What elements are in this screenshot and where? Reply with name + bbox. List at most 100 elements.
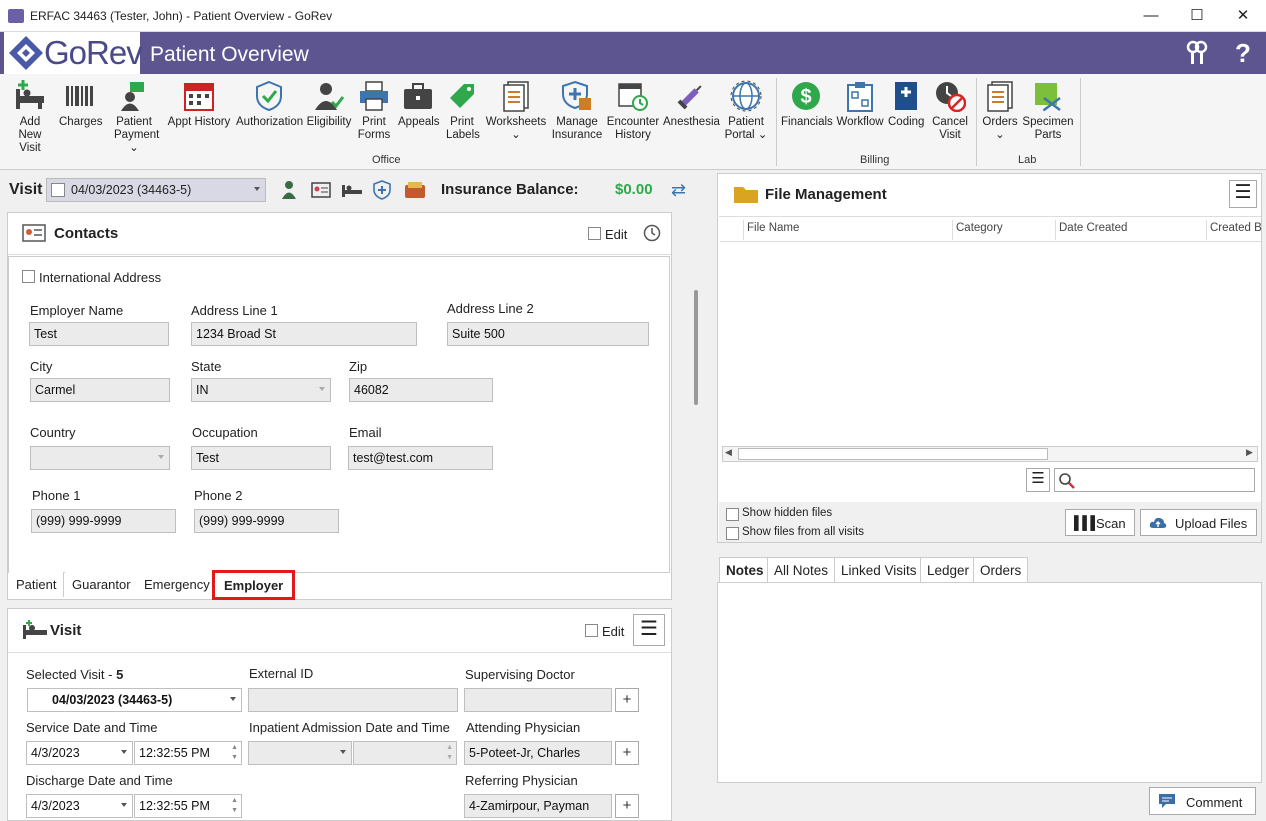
ribbon-button-workflow[interactable]: Workflow	[835, 80, 885, 129]
tab-emergency[interactable]: Emergency	[137, 572, 218, 597]
inpatient-date-select[interactable]	[248, 741, 352, 765]
printer-icon	[358, 80, 390, 112]
bed-icon[interactable]	[341, 182, 363, 201]
city-field[interactable]: Carmel	[30, 378, 170, 402]
tab-linked-visits[interactable]: Linked Visits	[834, 557, 924, 583]
help-icon[interactable]: ?	[1235, 38, 1251, 69]
service-date-select[interactable]: 4/3/2023	[26, 741, 133, 765]
add-attending-button[interactable]: +	[615, 741, 639, 765]
discharge-time-field[interactable]: 12:32:55 PM ▲ ▼	[134, 794, 242, 818]
history-icon[interactable]	[643, 224, 661, 245]
attending-physician-field[interactable]: 5-Poteet-Jr, Charles	[464, 741, 612, 765]
country-select[interactable]	[30, 446, 170, 470]
file-search-input[interactable]	[1054, 468, 1255, 492]
state-select[interactable]: IN	[191, 378, 331, 402]
address-line2-field[interactable]: Suite 500	[447, 322, 649, 346]
patient-icon[interactable]	[281, 180, 297, 203]
discharge-date-select[interactable]: 4/3/2023	[26, 794, 133, 818]
col-category[interactable]: Category	[956, 222, 1003, 234]
attending-physician-label: Attending Physician	[466, 720, 581, 735]
list-options-icon[interactable]: ☰	[1026, 468, 1050, 492]
tab-orders[interactable]: Orders	[973, 557, 1029, 583]
ribbon-button-encounter[interactable]: Encounter History	[606, 80, 660, 142]
tab-patient[interactable]: Patient	[9, 572, 65, 597]
add-referring-button[interactable]: +	[615, 794, 639, 818]
maximize-button[interactable]: ☐	[1174, 0, 1220, 32]
comment-button[interactable]: Comment	[1149, 787, 1256, 815]
visit-select-checkbox[interactable]	[51, 183, 65, 197]
employer-name-field[interactable]: Test	[29, 322, 169, 346]
ribbon-button-user-check[interactable]: Eligibility	[306, 80, 352, 129]
dollar-icon: $	[790, 80, 822, 112]
col-created-by[interactable]: Created B	[1210, 222, 1262, 234]
file-menu-icon[interactable]: ☰	[1229, 180, 1257, 208]
service-time-field[interactable]: 12:32:55 PM ▲ ▼	[134, 741, 242, 765]
visit-select[interactable]: 04/03/2023 (34463-5)	[46, 178, 266, 202]
ribbon-button-add-visit[interactable]: Add New Visit	[7, 80, 53, 155]
visit-edit-checkbox[interactable]	[585, 624, 598, 637]
minimize-button[interactable]: —	[1128, 0, 1174, 32]
ribbon-button-shield-check[interactable]: Authorization	[236, 80, 303, 129]
contact-card-icon[interactable]	[311, 182, 331, 201]
left-scrollbar-thumb[interactable]	[694, 290, 698, 405]
ribbon-button-briefcase[interactable]: Appeals	[398, 80, 440, 129]
show-all-visits-checkbox[interactable]	[726, 527, 739, 540]
phone1-label: Phone 1	[32, 488, 81, 503]
close-button[interactable]: ✕	[1220, 0, 1266, 32]
ribbon-button-specimen[interactable]: Specimen Parts	[1021, 80, 1075, 142]
ribbon-button-globe[interactable]: Patient Portal ⌄	[724, 80, 768, 142]
insurance-icon[interactable]	[372, 180, 392, 203]
selected-visit-select[interactable]: 04/03/2023 (34463-5)	[27, 688, 242, 712]
show-hidden-checkbox[interactable]	[726, 508, 739, 521]
supervising-doctor-field[interactable]	[464, 688, 612, 712]
visit-menu-icon[interactable]: ☰	[633, 614, 665, 646]
refresh-icon[interactable]: ⇄	[671, 180, 686, 201]
col-date-created[interactable]: Date Created	[1059, 222, 1127, 234]
scrollbar-thumb[interactable]	[738, 448, 1048, 460]
wallet-icon[interactable]	[404, 181, 426, 202]
tab-all-notes[interactable]: All Notes	[767, 557, 836, 583]
scan-button[interactable]: ▌▌▌ Scan	[1065, 509, 1135, 536]
ribbon-button-printer[interactable]: Print Forms	[357, 80, 391, 142]
inpatient-time-field[interactable]: ▲ ▼	[353, 741, 457, 765]
phone2-field[interactable]: (999) 999-9999	[194, 509, 339, 533]
ribbon-label: ⌄	[995, 129, 1005, 141]
ribbon-button-payment[interactable]: Patient Payment ⌄	[114, 80, 159, 155]
ribbon-button-tag[interactable]: Print Labels	[446, 80, 480, 142]
add-supervising-button[interactable]: +	[615, 688, 639, 712]
ribbon-button-cancel-clock[interactable]: Cancel Visit	[931, 80, 969, 142]
spinner-icon[interactable]: ▲ ▼	[446, 743, 453, 763]
zip-field[interactable]: 46082	[349, 378, 493, 402]
scroll-left-icon[interactable]: ◀	[725, 447, 732, 458]
col-file-name[interactable]: File Name	[747, 222, 799, 234]
divider	[8, 254, 671, 255]
occupation-field[interactable]: Test	[191, 446, 331, 470]
ribbon-button-calendar[interactable]: Appt History	[167, 80, 231, 129]
tab-notes[interactable]: Notes	[719, 557, 771, 583]
scroll-right-icon[interactable]: ▶	[1246, 447, 1253, 458]
tab-employer[interactable]: Employer	[212, 570, 296, 600]
keys-icon[interactable]	[1185, 40, 1209, 73]
tab-ledger[interactable]: Ledger	[920, 557, 977, 583]
ribbon-button-worksheet[interactable]: Worksheets ⌄	[485, 80, 547, 142]
external-id-label: External ID	[249, 666, 314, 681]
spinner-icon[interactable]: ▲ ▼	[231, 743, 238, 763]
contacts-edit-checkbox[interactable]	[588, 227, 601, 240]
service-date-label: Service Date and Time	[26, 720, 158, 735]
file-management-title: File Management	[765, 186, 887, 203]
address-line1-field[interactable]: 1234 Broad St	[191, 322, 417, 346]
upload-files-button[interactable]: Upload Files	[1140, 509, 1257, 536]
ribbon-button-insurance[interactable]: Manage Insurance	[551, 80, 603, 142]
international-address-checkbox[interactable]	[22, 270, 35, 283]
ribbon-button-syringe[interactable]: Anesthesia	[663, 80, 720, 129]
spinner-icon[interactable]: ▲ ▼	[231, 796, 238, 816]
email-field[interactable]: test@test.com	[348, 446, 493, 470]
ribbon-button-barcode[interactable]: Charges	[59, 80, 102, 129]
external-id-field[interactable]	[248, 688, 458, 712]
tab-guarantor[interactable]: Guarantor	[65, 572, 139, 597]
referring-physician-field[interactable]: 4-Zamirpour, Payman	[464, 794, 612, 818]
ribbon-button-dollar[interactable]: $ Financials	[781, 80, 833, 129]
ribbon-button-book[interactable]: Coding	[888, 80, 924, 129]
phone1-field[interactable]: (999) 999-9999	[31, 509, 176, 533]
ribbon-button-orders[interactable]: Orders ⌄	[981, 80, 1019, 142]
